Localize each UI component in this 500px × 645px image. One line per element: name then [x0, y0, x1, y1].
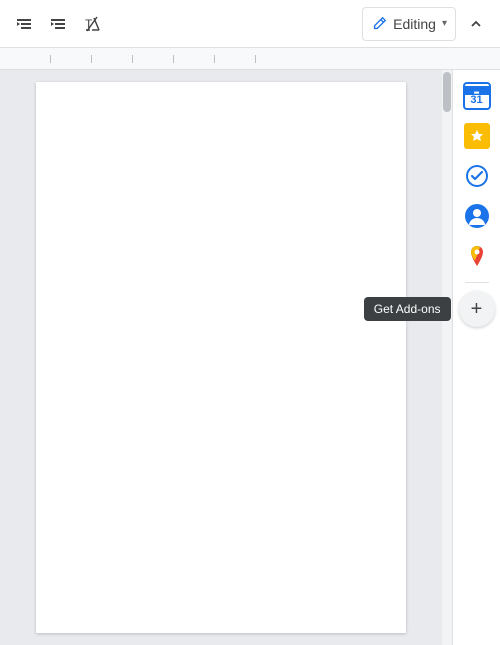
- ruler-tick: [132, 55, 133, 63]
- side-panel-divider: [465, 282, 489, 283]
- main-area: ▂ 31: [0, 70, 500, 645]
- contacts-icon: [464, 203, 490, 229]
- collapse-icon: [467, 15, 485, 33]
- toolbar-left: T: [8, 8, 108, 40]
- clear-formatting-button[interactable]: T: [76, 8, 108, 40]
- scrollbar-track[interactable]: [442, 70, 452, 645]
- scrollbar-thumb[interactable]: [443, 72, 451, 112]
- google-calendar-icon: ▂ 31: [463, 82, 491, 110]
- ruler-tick: [173, 55, 174, 63]
- toolbar-right: Editing ▾: [362, 7, 492, 41]
- editing-mode-dropdown[interactable]: Editing ▾: [362, 7, 456, 41]
- document-page[interactable]: [36, 82, 406, 633]
- decrease-indent-button[interactable]: [8, 8, 40, 40]
- google-keep-icon: [464, 123, 490, 149]
- contacts-button[interactable]: [459, 198, 495, 234]
- ruler-tick: [214, 55, 215, 63]
- google-maps-icon: [464, 243, 490, 269]
- google-keep-button[interactable]: [459, 118, 495, 154]
- google-tasks-button[interactable]: [459, 158, 495, 194]
- toolbar: T Editing ▾: [0, 0, 500, 48]
- pencil-icon: [371, 16, 387, 32]
- ruler-tick: [50, 55, 51, 63]
- ruler-tick: [91, 55, 92, 63]
- google-calendar-button[interactable]: ▂ 31: [459, 78, 495, 114]
- google-tasks-icon: [464, 163, 490, 189]
- increase-indent-button[interactable]: [42, 8, 74, 40]
- editing-mode-label: Editing: [393, 16, 436, 32]
- decrease-indent-icon: [15, 15, 33, 33]
- side-panel: ▂ 31: [452, 70, 500, 645]
- clear-formatting-icon: T: [83, 15, 101, 33]
- chevron-down-icon: ▾: [442, 18, 447, 29]
- get-addons-container: + Get Add-ons: [459, 291, 495, 327]
- google-maps-button[interactable]: [459, 238, 495, 274]
- ruler: [0, 48, 500, 70]
- document-canvas[interactable]: [0, 70, 442, 645]
- ruler-tick: [255, 55, 256, 63]
- collapse-button[interactable]: [460, 8, 492, 40]
- plus-icon: +: [471, 298, 483, 321]
- get-addons-button[interactable]: +: [459, 291, 495, 327]
- increase-indent-icon: [49, 15, 67, 33]
